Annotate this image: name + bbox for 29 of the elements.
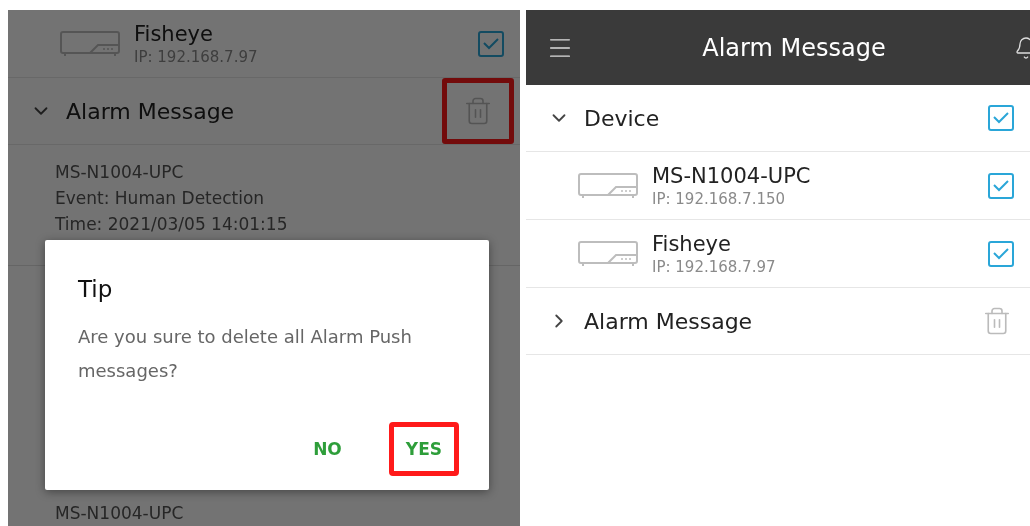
section-title: Device xyxy=(584,105,661,131)
check-mark-icon xyxy=(993,112,1009,124)
dialog-title: Tip xyxy=(78,276,114,302)
section-title: Alarm Message xyxy=(66,98,236,124)
device-name: MS-N1004-UPC xyxy=(652,162,812,189)
message-line: Event: Human Detection xyxy=(55,187,266,210)
message-line: MS-N1004-UPC xyxy=(55,161,185,184)
check-mark-icon xyxy=(993,179,1009,192)
checkbox[interactable] xyxy=(988,105,1014,131)
message-line: Time: 2021/03/05 14:01:15 xyxy=(55,213,289,236)
checkbox[interactable] xyxy=(478,30,504,57)
header-title: Alarm Message xyxy=(702,33,886,62)
dialog-message: Are you sure to delete all Alarm Push messages? xyxy=(78,325,413,383)
check-mark-icon xyxy=(483,37,499,50)
device-ip: IP: 192.168.7.97 xyxy=(652,256,777,277)
checkbox[interactable] xyxy=(988,172,1014,199)
device-name: Fisheye xyxy=(134,20,214,47)
delete-icon[interactable] xyxy=(463,96,493,126)
recorder-icon xyxy=(578,240,638,267)
dialog-button[interactable]: NO xyxy=(296,422,359,476)
dialog-button[interactable]: YES xyxy=(388,422,459,476)
message-line: MS-N1004-UPC xyxy=(55,502,185,525)
recorder-icon xyxy=(578,172,638,199)
check-mark-icon xyxy=(993,247,1009,260)
recorder-icon xyxy=(60,30,120,57)
section-title: Alarm Message xyxy=(584,308,754,334)
device-ip: IP: 192.168.7.150 xyxy=(652,188,787,209)
checkbox[interactable] xyxy=(988,240,1014,267)
device-name: Fisheye xyxy=(652,230,732,257)
